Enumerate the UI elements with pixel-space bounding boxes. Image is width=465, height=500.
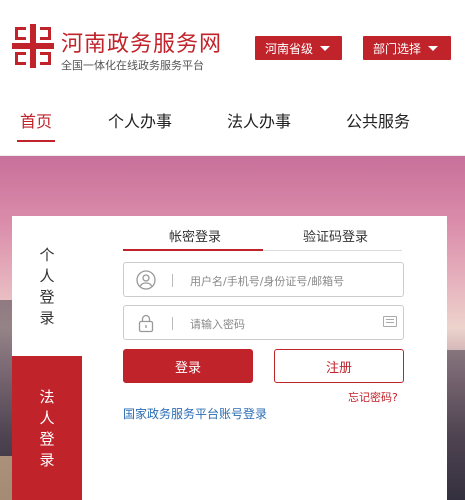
side-tab-char: 登 [39,287,55,306]
side-tab-char: 录 [39,308,55,327]
password-placeholder: 请输入密码 [190,318,245,331]
login-panel: 个 人 登 录 法 人 登 录 帐密登录 验证码登录 用户名/手机号/身份证号/… [12,216,447,500]
side-tab-char: 个 [39,245,55,264]
side-tab-legal-login[interactable]: 法 人 登 录 [12,356,82,500]
nav-item-legal-person[interactable]: 法人办事 [227,108,291,132]
password-input[interactable]: 请输入密码 [123,305,404,340]
username-input[interactable]: 用户名/手机号/身份证号/邮箱号 [123,262,404,297]
lock-icon [138,314,154,333]
side-tab-char: 登 [39,429,55,448]
field-separator [172,317,173,330]
side-tab-char: 法 [39,387,55,406]
main-nav: 首页 个人办事 法人办事 公共服务 [0,86,465,156]
caret-down-icon [428,45,439,51]
login-button[interactable]: 登录 [123,349,253,383]
keyboard-icon[interactable] [383,316,397,327]
field-separator [172,274,173,287]
province-select-label: 河南省级 [265,41,314,56]
nav-item-public-service[interactable]: 公共服务 [346,108,410,132]
nav-active-indicator [17,140,55,142]
site-subtitle: 全国一体化在线政务服务平台 [61,59,204,72]
department-select[interactable]: 部门选择 [363,36,451,60]
building-shape [445,350,465,500]
nav-item-home[interactable]: 首页 [20,108,52,132]
tab-password-login[interactable]: 帐密登录 [169,226,221,245]
province-select[interactable]: 河南省级 [255,36,342,60]
forgot-password-link[interactable]: 忘记密码? [348,389,398,405]
register-button[interactable]: 注册 [274,349,404,383]
side-tab-char: 人 [39,408,55,427]
nav-item-personal[interactable]: 个人办事 [108,108,172,132]
username-placeholder: 用户名/手机号/身份证号/邮箱号 [190,275,345,288]
side-tab-char: 录 [39,450,55,469]
national-platform-login-link[interactable]: 国家政务服务平台账号登录 [123,405,267,422]
site-title[interactable]: 河南政务服务网 [61,26,222,58]
tab-sms-login[interactable]: 验证码登录 [303,226,368,245]
caret-down-icon [320,45,331,51]
side-tab-personal-login[interactable]: 个 人 登 录 [12,216,82,356]
department-select-label: 部门选择 [373,41,422,56]
tab-active-indicator [123,249,263,251]
site-header: 河南政务服务网 全国一体化在线政务服务平台 河南省级 部门选择 [0,0,465,86]
side-tab-char: 人 [39,266,55,285]
user-icon [136,270,156,290]
site-logo-icon[interactable] [12,24,54,68]
